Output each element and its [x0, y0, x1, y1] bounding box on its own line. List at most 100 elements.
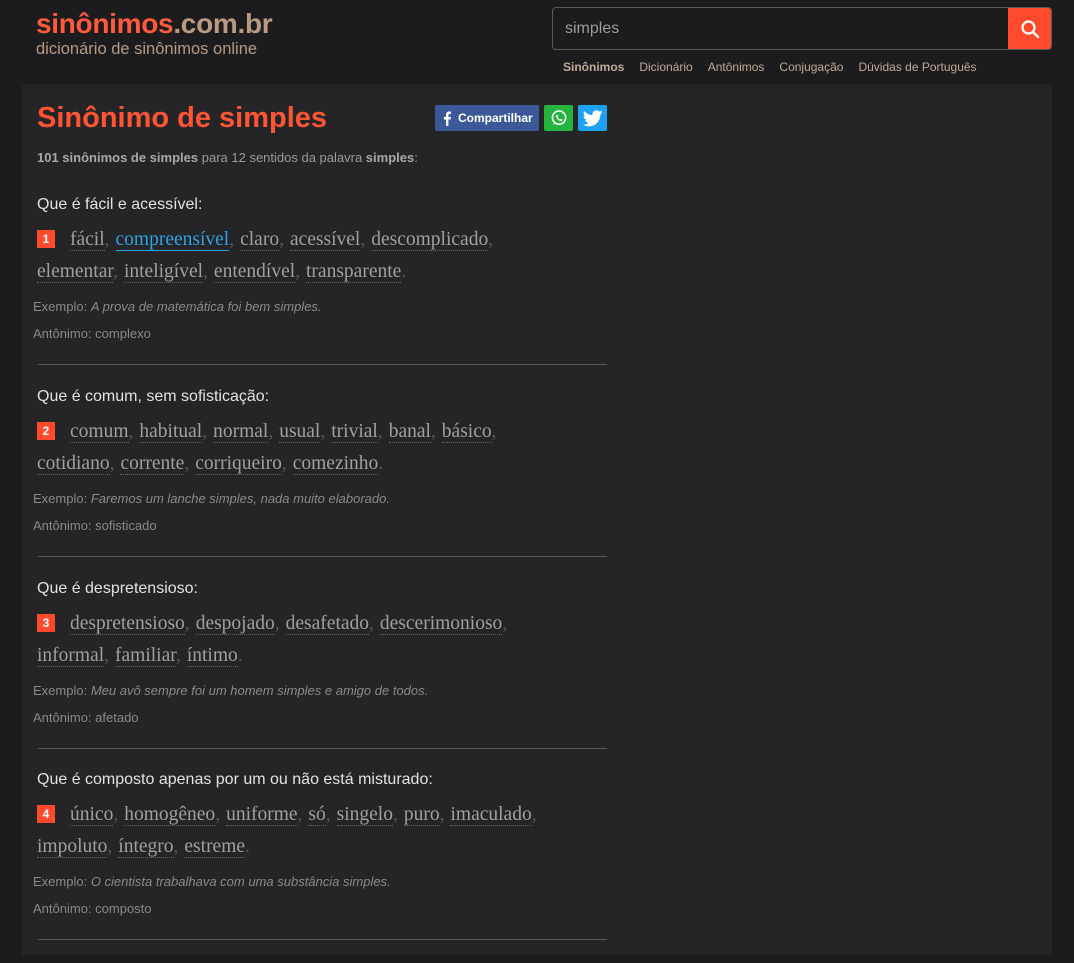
synonym-link[interactable]: corriqueiro	[195, 453, 282, 475]
logo-text-main: sinônimos	[36, 8, 174, 39]
synonym-separator: ,	[295, 261, 301, 282]
sense-block: Que é composto apenas por um ou não está…	[22, 771, 622, 963]
synonym-link[interactable]: íntimo	[186, 645, 238, 667]
synonym-link[interactable]: compreensível	[115, 229, 230, 251]
search-input[interactable]	[553, 8, 1009, 49]
antonym-word[interactable]: composto	[95, 901, 151, 916]
synonym-link[interactable]: comum	[70, 421, 129, 443]
synonym-separator: ,	[104, 229, 110, 250]
synonym-link[interactable]: banal	[388, 421, 431, 443]
synonym-separator: .	[378, 453, 384, 474]
twitter-icon	[582, 109, 603, 126]
antonym-label: Antônimo:	[33, 710, 96, 725]
nav-dicionario[interactable]: Dicionário	[639, 60, 692, 74]
synonym-link[interactable]: homogêneo	[124, 804, 216, 826]
usage-example: Exemplo: Meu avô sempre foi um homem sim…	[33, 683, 428, 698]
synonym-link[interactable]: só	[308, 804, 326, 826]
synonym-separator: ,	[531, 804, 537, 825]
synonym-link[interactable]: normal	[213, 421, 269, 443]
sense-title: Que é comum, sem sofisticação:	[37, 388, 270, 405]
synonym-separator: ,	[297, 804, 303, 825]
synonym-separator: ,	[109, 453, 115, 474]
synonym-link[interactable]: comezinho	[292, 453, 379, 475]
synonym-link[interactable]: uniforme	[226, 804, 298, 826]
nav-antonimos[interactable]: Antônimos	[708, 60, 765, 74]
facebook-share-button[interactable]: Compartilhar	[435, 105, 539, 131]
synonym-link[interactable]: descomplicado	[371, 229, 489, 251]
synonym-link[interactable]: singelo	[336, 804, 393, 826]
share-buttons: Compartilhar	[435, 105, 607, 131]
search-box	[552, 7, 1052, 50]
example-text: A prova de matemática foi bem simples.	[90, 299, 322, 314]
synonym-link[interactable]: íntegro	[118, 836, 174, 858]
synonym-link[interactable]: claro	[240, 229, 280, 251]
synonym-link[interactable]: informal	[37, 645, 105, 667]
synonym-link[interactable]: entendível	[213, 261, 296, 283]
synonym-separator: ,	[202, 421, 208, 442]
synonym-separator: ,	[274, 613, 280, 634]
page-title: Sinônimo de simples	[37, 102, 328, 134]
site-header: sinônimos.com.br dicionário de sinônimos…	[0, 0, 1074, 84]
synonym-link[interactable]: descerimonioso	[379, 613, 503, 635]
nav-duvidas[interactable]: Dúvidas de Português	[858, 60, 976, 74]
synonym-link[interactable]: cotidiano	[37, 453, 110, 475]
synonym-line: elementar, inteligível, entendível, transpa…	[37, 261, 412, 283]
synonym-link[interactable]: familiar	[115, 645, 176, 667]
site-logo[interactable]: sinônimos.com.br dicionário de sinônimos…	[36, 8, 273, 58]
synonym-link[interactable]: usual	[279, 421, 321, 443]
synonym-link[interactable]: estreme	[184, 836, 246, 858]
synonym-link[interactable]: despojado	[195, 613, 275, 635]
synonym-separator: ,	[128, 421, 134, 442]
synonym-link[interactable]: impoluto	[37, 836, 108, 858]
synonym-separator: .	[237, 645, 243, 666]
synonym-link[interactable]: despretensioso	[70, 613, 185, 635]
facebook-icon	[443, 110, 452, 126]
synonym-separator: .	[245, 836, 250, 857]
section-divider	[38, 364, 607, 365]
synonym-link[interactable]: único	[70, 804, 114, 826]
antonym-word[interactable]: complexo	[95, 326, 151, 341]
synonym-separator: ,	[491, 421, 497, 442]
synonym-link[interactable]: inteligível	[123, 261, 204, 283]
example-label: Exemplo:	[33, 491, 91, 506]
synonym-line: impoluto, íntegro, estreme.	[37, 836, 256, 858]
synonym-separator: ,	[113, 804, 119, 825]
synonym-line: informal, familiar, íntimo.	[37, 645, 249, 667]
synonym-link[interactable]: corrente	[120, 453, 185, 475]
search-icon	[1020, 19, 1039, 38]
synonym-link[interactable]: fácil	[70, 229, 105, 251]
summary-count: 101 sinônimos de simples	[37, 150, 199, 165]
synonym-link[interactable]: transparente	[306, 261, 402, 283]
synonym-separator: ,	[325, 804, 331, 825]
whatsapp-share-button[interactable]	[544, 105, 573, 131]
synonym-separator: ,	[215, 804, 221, 825]
nav-sinonimos[interactable]: Sinônimos	[563, 60, 624, 74]
antonym: Antônimo: complexo	[33, 326, 151, 341]
synonym-link[interactable]: acessível	[289, 229, 361, 251]
synonym-separator: ,	[430, 421, 436, 442]
antonym: Antônimo: afetado	[33, 710, 139, 725]
search-button[interactable]	[1008, 8, 1051, 49]
synonym-link[interactable]: puro	[403, 804, 440, 826]
main-content: Sinônimo de simples Compartilhar 101 sin…	[22, 84, 1052, 955]
antonym-word[interactable]: sofisticado	[95, 518, 156, 533]
synonym-link[interactable]: trivial	[331, 421, 378, 443]
synonym-link[interactable]: desafetado	[285, 613, 370, 635]
synonym-link[interactable]: elementar	[37, 261, 114, 283]
antonym: Antônimo: sofisticado	[33, 518, 157, 533]
synonym-separator: ,	[502, 613, 508, 634]
antonym-word[interactable]: afetado	[95, 710, 138, 725]
nav-conjugacao[interactable]: Conjugação	[779, 60, 843, 74]
synonym-link[interactable]: básico	[441, 421, 492, 443]
summary-word: simples	[365, 150, 415, 165]
share-label: Compartilhar	[458, 111, 533, 125]
sense-number-badge: 3	[37, 614, 55, 632]
synonym-separator: ,	[104, 645, 110, 666]
twitter-share-button[interactable]	[578, 105, 607, 131]
synonym-separator: ,	[488, 229, 494, 250]
example-label: Exemplo:	[33, 299, 91, 314]
synonym-line: 2 comum, habitual, normal, usual, trivial, ban…	[37, 421, 503, 443]
synonym-separator: ,	[113, 261, 118, 282]
synonym-link[interactable]: habitual	[139, 421, 203, 443]
synonym-link[interactable]: imaculado	[450, 804, 532, 826]
